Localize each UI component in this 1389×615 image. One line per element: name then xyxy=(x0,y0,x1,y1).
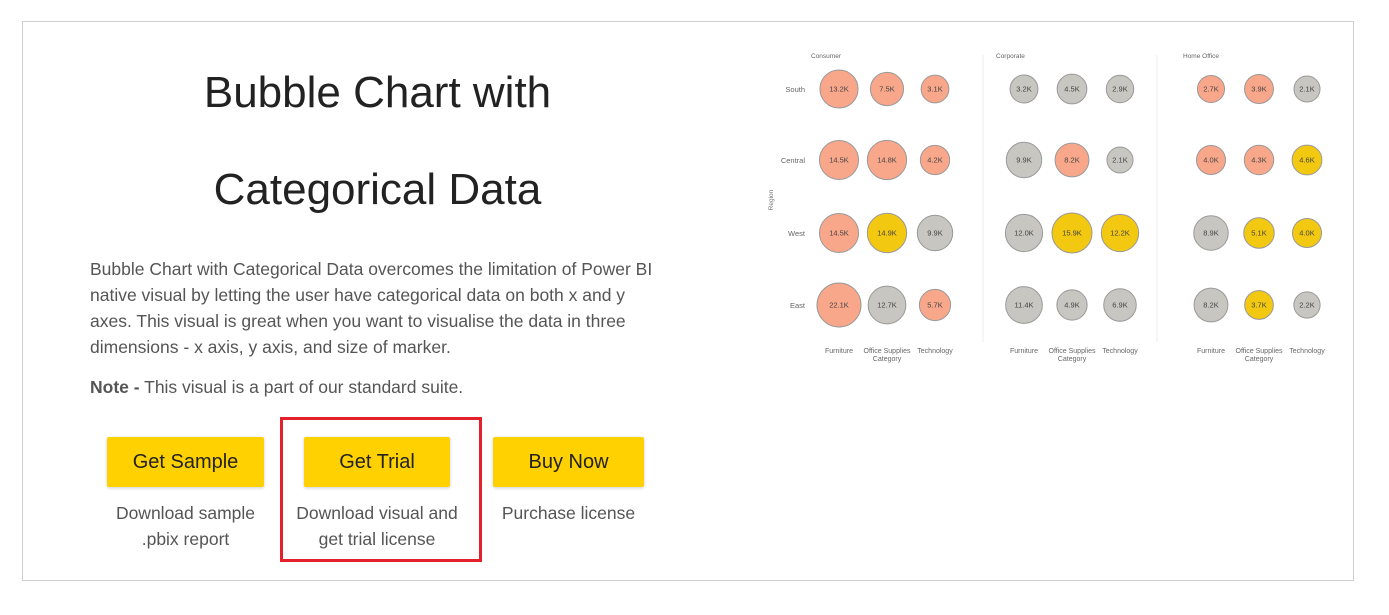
caption-line: Purchase license xyxy=(501,503,636,523)
note: Note - This visual is a part of our stan… xyxy=(90,377,463,398)
page-title-line2: Categorical Data xyxy=(213,165,542,214)
caption-line: Download sample xyxy=(115,503,256,523)
note-text: This visual is a part of our standard su… xyxy=(139,377,464,397)
buy-now-caption: Purchase license xyxy=(478,500,659,526)
get-sample-caption: Download sample .pbix report xyxy=(95,500,276,552)
get-sample-button[interactable]: Get Sample xyxy=(107,437,264,487)
caption-line: .pbix report xyxy=(141,529,230,549)
description: Bubble Chart with Categorical Data overc… xyxy=(90,259,653,357)
highlight-box xyxy=(280,417,482,562)
page-title-line1: Bubble Chart with xyxy=(203,68,552,117)
note-label: Note - xyxy=(90,377,140,397)
buy-now-button[interactable]: Buy Now xyxy=(493,437,644,487)
